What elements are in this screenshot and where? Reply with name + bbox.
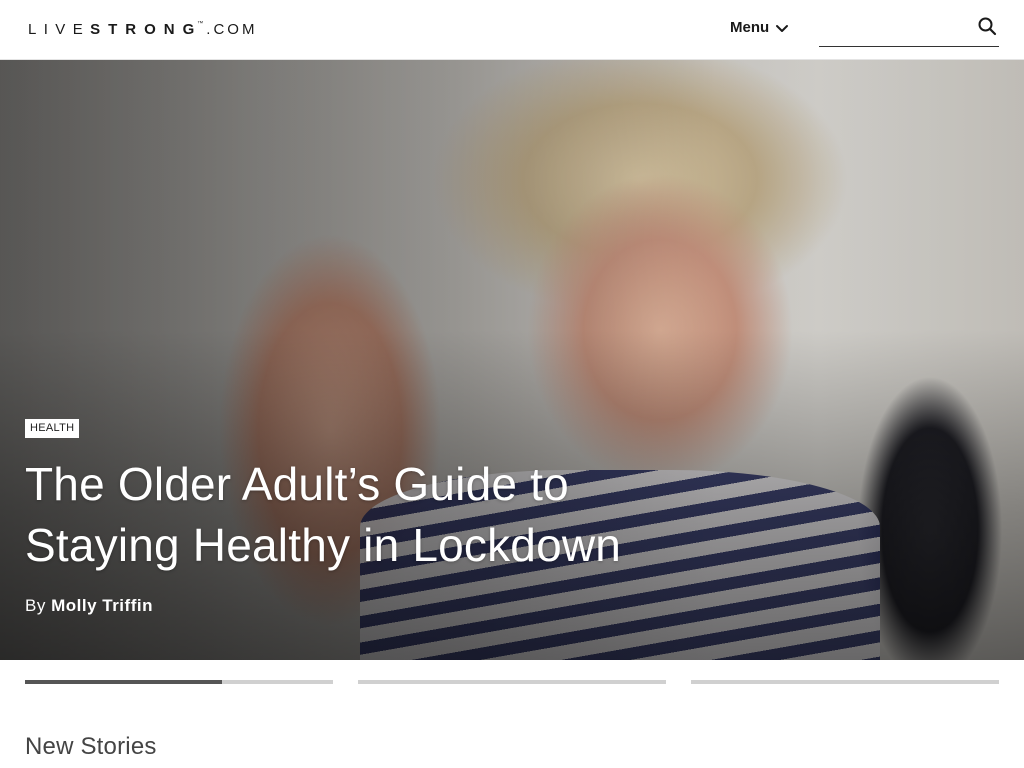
search-input[interactable] — [819, 12, 969, 44]
byline: By Molly Triffin — [25, 596, 153, 616]
section-title-new-stories: New Stories — [25, 733, 157, 760]
logo-trademark: ™ — [197, 21, 204, 27]
search-box — [819, 12, 999, 47]
hero-title[interactable]: The Older Adult’s Guide to Staying Healt… — [25, 454, 705, 576]
logo-live: LIVE — [28, 20, 91, 38]
carousel-progress-fill — [25, 680, 223, 684]
chevron-down-icon — [776, 24, 789, 32]
carousel-indicator-2[interactable] — [358, 680, 666, 684]
hero-feature[interactable]: HEALTH The Older Adult’s Guide to Stayin… — [0, 60, 1024, 660]
logo-dotcom: .COM — [206, 20, 258, 38]
byline-prefix: By — [25, 596, 46, 615]
menu-label: Menu — [730, 19, 770, 36]
logo-strong: STRONG — [90, 20, 203, 38]
carousel-indicator-1[interactable] — [25, 680, 333, 684]
site-header: LIVE STRONG ™ .COM Menu — [0, 0, 1024, 60]
search-icon[interactable] — [977, 16, 997, 36]
menu-button[interactable]: Menu — [730, 19, 789, 36]
carousel-indicator-3[interactable] — [691, 680, 999, 684]
category-tag[interactable]: HEALTH — [25, 419, 80, 438]
site-logo[interactable]: LIVE STRONG ™ .COM — [28, 19, 257, 39]
author-link[interactable]: Molly Triffin — [51, 596, 153, 615]
